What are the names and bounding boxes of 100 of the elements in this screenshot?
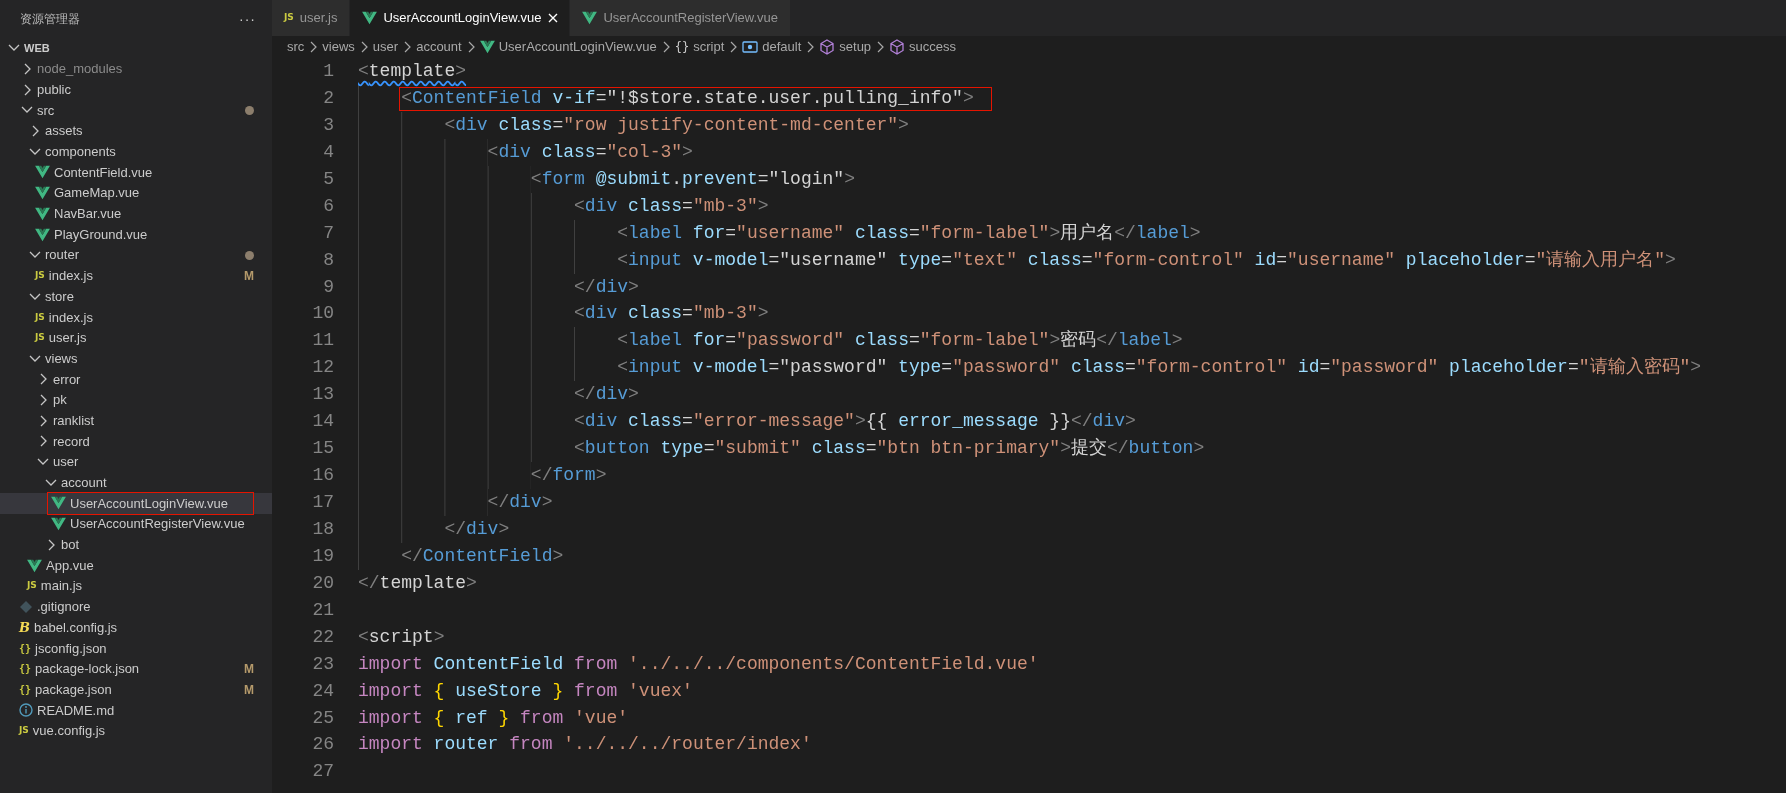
tree-item[interactable]: record [0, 431, 272, 452]
vue-icon [51, 517, 66, 532]
tree-item[interactable]: src [0, 100, 272, 121]
tree-item[interactable]: JS main.js [0, 575, 272, 597]
breadcrumb-item[interactable]: user [372, 37, 399, 57]
code-line: import ContentField from '../../../components/ContentField.vue' [358, 652, 1039, 676]
line-number: 25 [311, 706, 334, 730]
breadcrumb-item[interactable]: src [287, 37, 305, 57]
code-line: <label for="username" class="form-label">用户名</label> [617, 221, 1201, 245]
editor-tab[interactable]: UserAccountRegisterView.vue [570, 0, 792, 36]
vue-icon [582, 11, 598, 25]
line-number: 8 [322, 248, 334, 272]
line-number: 18 [311, 517, 334, 541]
line-number: 1 [322, 60, 334, 83]
breadcrumb-item[interactable]: views [322, 37, 355, 57]
vue-icon [27, 558, 42, 573]
code-line: </template> [358, 571, 477, 595]
code-line: <label for="password" class="form-label">密码</label> [617, 329, 1183, 353]
tree-item[interactable]: router [0, 244, 272, 266]
tree-item[interactable]: views [0, 348, 272, 369]
tree-item[interactable]: store [0, 286, 272, 307]
code-line: <input v-model="username" type="text" class="form-control" id="username" placeholder="请输入用户名"> [617, 248, 1676, 272]
explorer-title: 资源管理器 [20, 11, 80, 28]
code-line: <div class="row justify-content-md-center"> [444, 113, 909, 137]
js-file-icon: JS [35, 269, 45, 283]
line-number: 13 [311, 383, 334, 407]
code-line: </div> [444, 517, 510, 541]
chevron-right-icon [728, 41, 739, 53]
code-line: <template> [358, 60, 467, 83]
breadcrumb-item[interactable]: setup [819, 37, 872, 57]
line-number: 21 [311, 598, 334, 622]
tree-item[interactable]: ContentField.vue [0, 162, 272, 183]
tree-item[interactable]: B babel.config.js [0, 617, 272, 638]
js-file-icon: JS [19, 724, 29, 738]
chevron-right-icon [805, 41, 816, 53]
tree-item[interactable]: pk [0, 389, 272, 411]
line-number: 20 [311, 571, 334, 595]
tree-item[interactable]: {} package-lock.json M [0, 658, 272, 680]
git-status: M [244, 681, 254, 699]
line-number: 6 [322, 194, 334, 218]
tree-item[interactable]: JS index.js [0, 306, 272, 328]
tree-item[interactable]: UserAccountLoginView.vue [0, 493, 272, 514]
line-number: 14 [311, 410, 334, 434]
cube-icon [819, 39, 836, 55]
line-number: 11 [311, 329, 334, 353]
tree-item[interactable]: {} package.json M [0, 679, 272, 700]
code-line: <form @submit.prevent="login"> [530, 167, 855, 191]
tree-item[interactable]: JS user.js [0, 327, 272, 349]
close-icon [547, 12, 560, 24]
breadcrumb-item[interactable]: default [742, 37, 802, 57]
tree-item[interactable]: App.vue [0, 555, 272, 576]
tree-item[interactable]: assets [0, 120, 272, 142]
js-file-icon: JS [35, 310, 45, 325]
code-line: import { useStore } from 'vuex' [358, 679, 693, 703]
tree-item[interactable]: JS vue.config.js [0, 720, 272, 742]
breadcrumb-item[interactable]: account [416, 37, 462, 57]
code-line: <input v-model="password" type="password" class="form-control" id="password" placeholder="请输入密码"> [617, 356, 1702, 380]
tree-item[interactable]: public [0, 79, 272, 101]
tree-item[interactable]: {} jsconfig.json [0, 637, 272, 659]
tree-item[interactable]: WEB [0, 38, 272, 59]
vue-icon [51, 496, 66, 511]
line-number: 12 [311, 356, 334, 380]
tree-item[interactable]: GameMap.vue [0, 182, 272, 204]
babel-file-icon: B [19, 617, 30, 638]
braces-icon: {} [674, 38, 690, 56]
breadcrumb-item[interactable]: UserAccountLoginView.vue [479, 37, 657, 57]
line-number: 4 [322, 140, 334, 164]
vue-icon [479, 40, 495, 54]
tree-item[interactable]: NavBar.vue [0, 203, 272, 225]
line-number: 17 [311, 491, 334, 514]
module-icon [742, 39, 759, 55]
tree-item[interactable]: JS index.js M [0, 265, 272, 287]
code-line: <div class="mb-3"> [574, 194, 769, 218]
line-number: 26 [311, 733, 334, 757]
tree-item[interactable]: account [0, 472, 272, 494]
editor-tab[interactable]: UserAccountLoginView.vue [350, 0, 571, 36]
tree-item[interactable]: .gitignore [0, 596, 272, 618]
breadcrumb-item[interactable]: success [889, 37, 957, 57]
line-number: 7 [322, 221, 334, 245]
vue-icon [35, 227, 50, 242]
tree-item[interactable]: bot [0, 534, 272, 556]
tree-item[interactable]: user [0, 451, 272, 473]
code-line: </div> [574, 383, 639, 407]
code-line: </div> [487, 491, 553, 514]
code-line: </form> [530, 464, 607, 488]
editor-tab[interactable]: JS user.js [272, 0, 351, 36]
vue-icon [362, 11, 378, 25]
tree-item[interactable]: ranklist [0, 410, 272, 432]
tree-item[interactable]: components [0, 141, 272, 163]
vue-icon [35, 206, 50, 221]
tree-item[interactable]: error [0, 369, 272, 390]
code-line: <script> [358, 625, 445, 649]
tree-item[interactable]: PlayGround.vue [0, 224, 272, 245]
vue-icon [35, 186, 50, 201]
breadcrumb-item[interactable]: {} script [674, 37, 725, 57]
tree-item[interactable]: README.md [0, 700, 272, 721]
tree-item[interactable]: UserAccountRegisterView.vue [0, 513, 272, 535]
tree-item[interactable]: node_modules [0, 58, 272, 80]
more-actions-button[interactable]: ··· [239, 8, 256, 30]
json-file-icon: {} [19, 682, 32, 698]
